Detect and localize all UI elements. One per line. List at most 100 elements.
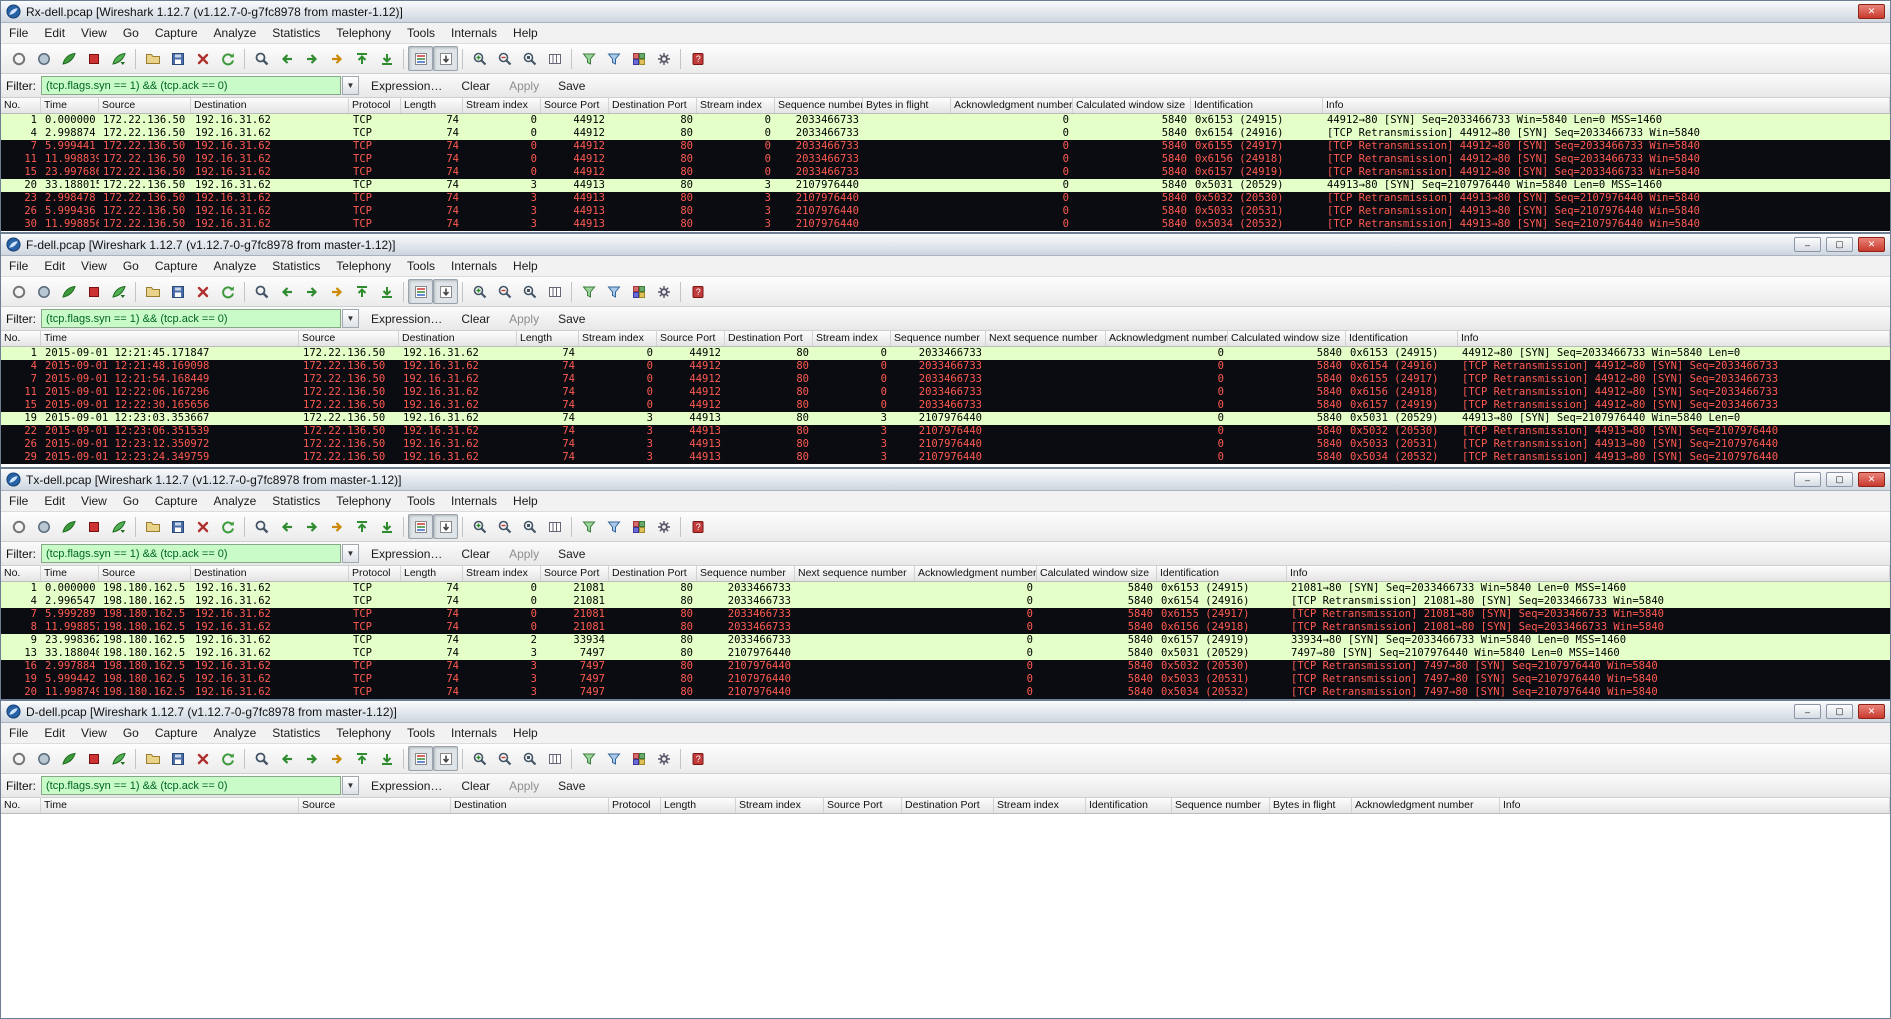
zoom-out-icon[interactable]	[492, 746, 517, 771]
go-back-icon[interactable]	[274, 46, 299, 71]
minimize-button[interactable]: –	[1794, 472, 1821, 487]
column-header-source[interactable]: Source	[99, 566, 191, 581]
column-header-next-sequence-number[interactable]: Next sequence number	[795, 566, 915, 581]
close-button[interactable]: ✕	[1858, 4, 1885, 19]
filter-save-button[interactable]: Save	[551, 545, 592, 563]
minimize-button[interactable]: –	[1794, 237, 1821, 252]
reload-icon[interactable]	[215, 46, 240, 71]
packet-row[interactable]: 75.999441172.22.136.50192.16.31.62TCP740…	[1, 140, 1890, 153]
save-file-icon[interactable]	[165, 514, 190, 539]
column-header-destination-port[interactable]: Destination Port	[609, 98, 697, 113]
column-header-acknowledgment-number[interactable]: Acknowledgment number	[951, 98, 1073, 113]
maximize-button[interactable]: ▢	[1826, 472, 1853, 487]
filter-save-button[interactable]: Save	[551, 77, 592, 95]
column-header-acknowledgment-number[interactable]: Acknowledgment number	[915, 566, 1037, 581]
find-packet-icon[interactable]	[249, 514, 274, 539]
menu-item-statistics[interactable]: Statistics	[264, 23, 328, 43]
column-header-stream-index[interactable]: Stream index	[994, 798, 1086, 813]
column-header-stream-index[interactable]: Stream index	[697, 98, 775, 113]
capture-start-icon[interactable]	[56, 746, 81, 771]
find-packet-icon[interactable]	[249, 46, 274, 71]
reload-icon[interactable]	[215, 514, 240, 539]
column-header-identification[interactable]: Identification	[1086, 798, 1172, 813]
menu-item-internals[interactable]: Internals	[443, 23, 505, 43]
filter-save-button[interactable]: Save	[551, 310, 592, 328]
reload-icon[interactable]	[215, 279, 240, 304]
zoom-in-icon[interactable]	[467, 279, 492, 304]
display-filter-icon[interactable]	[601, 46, 626, 71]
go-forward-icon[interactable]	[299, 279, 324, 304]
go-back-icon[interactable]	[274, 279, 299, 304]
column-header-identification[interactable]: Identification	[1157, 566, 1287, 581]
menu-item-view[interactable]: View	[73, 723, 115, 743]
menu-item-analyze[interactable]: Analyze	[206, 23, 265, 43]
preferences-icon[interactable]	[651, 746, 676, 771]
filter-dropdown-button[interactable]: ▼	[342, 76, 359, 95]
packet-row[interactable]: 42.996547198.180.162.5192.16.31.62TCP740…	[1, 595, 1890, 608]
column-header-calculated-window-size[interactable]: Calculated window size	[1073, 98, 1191, 113]
column-header-time[interactable]: Time	[41, 331, 299, 346]
help-icon[interactable]: ?	[685, 514, 710, 539]
capture-options-icon[interactable]	[31, 46, 56, 71]
display-filter-icon[interactable]	[601, 514, 626, 539]
capture-start-icon[interactable]	[56, 46, 81, 71]
help-icon[interactable]: ?	[685, 46, 710, 71]
column-header-next-sequence-number[interactable]: Next sequence number	[986, 331, 1106, 346]
resize-columns-icon[interactable]	[542, 46, 567, 71]
preferences-icon[interactable]	[651, 46, 676, 71]
packet-row[interactable]: 195.999442198.180.162.5192.16.31.62TCP74…	[1, 673, 1890, 686]
coloring-rules-icon[interactable]	[626, 746, 651, 771]
maximize-button[interactable]: ▢	[1826, 237, 1853, 252]
column-header-calculated-window-size[interactable]: Calculated window size	[1228, 331, 1346, 346]
column-header-stream-index[interactable]: Stream index	[736, 798, 824, 813]
column-header-acknowledgment-number[interactable]: Acknowledgment number	[1106, 331, 1228, 346]
capture-start-icon[interactable]	[56, 514, 81, 539]
zoom-100-icon[interactable]	[517, 46, 542, 71]
go-forward-icon[interactable]	[299, 514, 324, 539]
filter-expression-button[interactable]: Expression…	[364, 777, 449, 795]
filter-apply-button[interactable]: Apply	[502, 77, 546, 95]
packet-row[interactable]: 232.998478172.22.136.50192.16.31.62TCP74…	[1, 192, 1890, 205]
coloring-rules-icon[interactable]	[626, 514, 651, 539]
capture-restart-icon[interactable]	[106, 46, 131, 71]
column-header-stream-index[interactable]: Stream index	[579, 331, 657, 346]
zoom-out-icon[interactable]	[492, 514, 517, 539]
menu-item-view[interactable]: View	[73, 23, 115, 43]
go-bottom-icon[interactable]	[374, 46, 399, 71]
filter-apply-button[interactable]: Apply	[502, 310, 546, 328]
packet-row[interactable]: 72015-09-01 12:21:54.168449172.22.136.50…	[1, 373, 1890, 386]
packet-row[interactable]: 1523.997686172.22.136.50192.16.31.62TCP7…	[1, 166, 1890, 179]
capture-restart-icon[interactable]	[106, 279, 131, 304]
menu-item-file[interactable]: File	[1, 23, 36, 43]
packet-row[interactable]: 265.999436172.22.136.50192.16.31.62TCP74…	[1, 205, 1890, 218]
packet-row[interactable]: 192015-09-01 12:23:03.353667172.22.136.5…	[1, 412, 1890, 425]
capture-stop-icon[interactable]	[81, 514, 106, 539]
column-header-source[interactable]: Source	[299, 798, 451, 813]
auto-scroll-icon[interactable]	[433, 746, 458, 771]
column-header-sequence-number[interactable]: Sequence number	[891, 331, 986, 346]
open-file-icon[interactable]	[140, 514, 165, 539]
close-file-icon[interactable]	[190, 46, 215, 71]
open-file-icon[interactable]	[140, 746, 165, 771]
column-header-sequence-number[interactable]: Sequence number	[1172, 798, 1270, 813]
column-header-stream-index[interactable]: Stream index	[463, 566, 541, 581]
go-top-icon[interactable]	[349, 514, 374, 539]
go-back-icon[interactable]	[274, 746, 299, 771]
go-forward-icon[interactable]	[299, 46, 324, 71]
menu-item-tools[interactable]: Tools	[399, 723, 443, 743]
capture-filter-icon[interactable]	[576, 279, 601, 304]
menu-item-telephony[interactable]: Telephony	[328, 491, 399, 511]
menu-item-view[interactable]: View	[73, 491, 115, 511]
column-header-info[interactable]: Info	[1287, 566, 1890, 581]
column-header-destination-port[interactable]: Destination Port	[902, 798, 994, 813]
menu-item-capture[interactable]: Capture	[147, 723, 206, 743]
maximize-button[interactable]: ▢	[1826, 704, 1853, 719]
go-top-icon[interactable]	[349, 746, 374, 771]
column-header-source-port[interactable]: Source Port	[541, 566, 609, 581]
menu-item-go[interactable]: Go	[115, 491, 147, 511]
menu-item-telephony[interactable]: Telephony	[328, 723, 399, 743]
colorize-list-icon[interactable]	[408, 46, 433, 71]
column-header-destination[interactable]: Destination	[451, 798, 609, 813]
menu-item-analyze[interactable]: Analyze	[206, 723, 265, 743]
menu-item-go[interactable]: Go	[115, 723, 147, 743]
